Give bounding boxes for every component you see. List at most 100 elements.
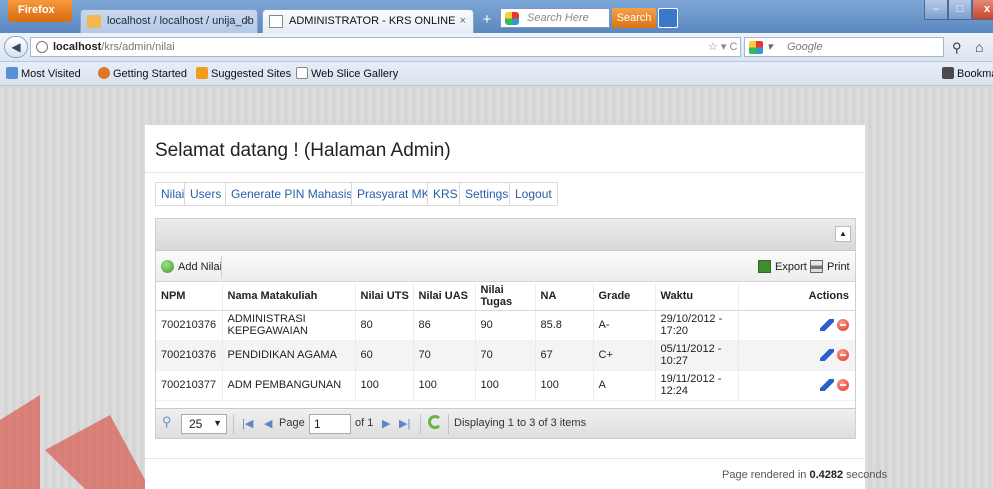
search-placeholder: Search Here bbox=[527, 12, 589, 24]
url-host: localhost bbox=[53, 41, 102, 53]
cell-grade: C+ bbox=[593, 340, 656, 371]
delete-icon[interactable] bbox=[837, 378, 849, 391]
bookmark-getting-started[interactable]: Getting Started bbox=[98, 67, 187, 80]
add-nilai-button[interactable]: Add Nilai bbox=[161, 260, 222, 273]
home-icon[interactable]: ⌂ bbox=[975, 39, 983, 55]
column-header-uas[interactable]: Nilai UAS bbox=[413, 283, 476, 311]
cell-npm: 700210377 bbox=[156, 370, 223, 401]
page-total-label: of 1 bbox=[355, 417, 374, 429]
bookmark-label: Most Visited bbox=[21, 68, 81, 80]
toolbar-gadget-icon[interactable] bbox=[658, 8, 678, 28]
browser-titlebar: Firefox localhost / localhost / unija_db… bbox=[0, 0, 993, 33]
new-tab-button[interactable]: + bbox=[477, 9, 497, 33]
window-close-button[interactable]: x bbox=[972, 0, 993, 20]
print-button[interactable]: Print bbox=[810, 260, 850, 273]
column-header-waktu[interactable]: Waktu bbox=[655, 283, 739, 311]
address-bar[interactable]: localhost/krs/admin/nilai bbox=[30, 37, 741, 57]
delete-icon[interactable] bbox=[837, 318, 849, 331]
cell-tugas: 100 bbox=[475, 370, 536, 401]
toolbar-separator bbox=[221, 256, 222, 278]
table-row[interactable]: 700210377 ADM PEMBANGUNAN 100 100 100 10… bbox=[156, 370, 855, 401]
firefox-menu-button[interactable]: Firefox bbox=[8, 0, 72, 22]
table-row[interactable]: 700210376 PENDIDIKAN AGAMA 60 70 70 67 C… bbox=[156, 340, 855, 371]
table-row[interactable]: 700210376 ADMINISTRASI KEPEGAWAIAN 80 86… bbox=[156, 310, 855, 341]
menu-prasyarat-mk[interactable]: Prasyarat MK bbox=[351, 182, 436, 206]
suggested-sites-icon bbox=[196, 67, 208, 79]
cell-actions bbox=[738, 370, 855, 401]
edit-icon[interactable] bbox=[820, 318, 834, 331]
delete-icon[interactable] bbox=[837, 348, 849, 361]
nilai-grid: ▲ Add Nilai Export Print NPM Nama Mataku… bbox=[155, 218, 856, 439]
cell-waktu: 05/11/2012 - 10:27 bbox=[655, 340, 739, 371]
cell-grade: A bbox=[593, 370, 656, 401]
edit-icon[interactable] bbox=[820, 378, 834, 391]
search-button[interactable]: Search bbox=[612, 8, 656, 28]
bookmark-star-icon[interactable]: ☆ ▾ C bbox=[708, 40, 737, 53]
search-icon[interactable]: ⚲ bbox=[162, 414, 172, 430]
globe-icon bbox=[36, 41, 48, 53]
export-button[interactable]: Export bbox=[758, 260, 807, 273]
cell-npm: 700210376 bbox=[156, 340, 223, 371]
column-header-npm[interactable]: NPM bbox=[156, 283, 223, 311]
page-size-select[interactable]: 25 ▼ bbox=[181, 414, 227, 434]
tab-krs-online[interactable]: ADMINISTRATOR - KRS ONLINE × bbox=[262, 9, 474, 33]
collapse-toggle-icon[interactable]: ▲ bbox=[835, 226, 851, 242]
cell-tugas: 70 bbox=[475, 340, 536, 371]
edit-icon[interactable] bbox=[820, 348, 834, 361]
cell-uas: 100 bbox=[413, 370, 476, 401]
excel-icon bbox=[758, 260, 771, 273]
separator bbox=[448, 414, 449, 434]
first-page-icon[interactable]: |◀ bbox=[242, 417, 253, 430]
bookmark-most-visited[interactable]: Most Visited bbox=[6, 67, 81, 80]
cell-actions bbox=[738, 310, 855, 341]
cell-na: 67 bbox=[535, 340, 594, 371]
bookmark-label: Suggested Sites bbox=[211, 68, 292, 80]
page-title: Selamat datang ! (Halaman Admin) bbox=[155, 140, 451, 161]
phpmyadmin-icon bbox=[87, 15, 101, 28]
column-header-grade[interactable]: Grade bbox=[593, 283, 656, 311]
tab-label: localhost / localhost / unija_db | php..… bbox=[107, 15, 257, 27]
close-icon[interactable]: × bbox=[244, 15, 250, 27]
cell-actions bbox=[738, 340, 855, 371]
cell-uts: 60 bbox=[355, 340, 414, 371]
web-slice-icon bbox=[296, 67, 308, 79]
minimize-button[interactable]: – bbox=[924, 0, 948, 20]
next-page-icon[interactable]: ▶ bbox=[382, 417, 390, 430]
bookmarks-toolbar: Most Visited Getting Started Suggested S… bbox=[0, 62, 993, 86]
search-engine-icon bbox=[505, 12, 519, 25]
menu-settings[interactable]: Settings bbox=[459, 182, 515, 206]
toolbar-search-input[interactable]: Search Here bbox=[500, 8, 610, 28]
close-icon[interactable]: × bbox=[460, 15, 466, 27]
printer-icon bbox=[810, 260, 823, 273]
google-search-input[interactable]: ▾ Google bbox=[744, 37, 944, 57]
menu-users[interactable]: Users bbox=[184, 182, 228, 206]
column-header-actions: Actions bbox=[738, 283, 855, 311]
cell-matakuliah: PENDIDIKAN AGAMA bbox=[222, 340, 356, 371]
bookmarks-menu[interactable]: Bookmar bbox=[942, 67, 993, 80]
column-header-matakuliah[interactable]: Nama Matakuliah bbox=[222, 283, 356, 311]
bookmark-suggested-sites[interactable]: Suggested Sites bbox=[196, 67, 291, 80]
divider bbox=[145, 458, 865, 459]
column-header-tugas[interactable]: Nilai Tugas bbox=[475, 283, 536, 311]
table-header-row: NPM Nama Matakuliah Nilai UTS Nilai UAS … bbox=[156, 283, 855, 311]
maximize-button[interactable]: □ bbox=[948, 0, 972, 20]
last-page-icon[interactable]: ▶| bbox=[399, 417, 410, 430]
render-time-footer: Page rendered in 0.4282 seconds bbox=[722, 469, 887, 481]
previous-page-icon[interactable]: ◀ bbox=[264, 417, 272, 430]
bookmarks-icon bbox=[942, 67, 954, 79]
search-icon[interactable]: ⚲ bbox=[952, 40, 962, 56]
tab-phpmyadmin[interactable]: localhost / localhost / unija_db | php..… bbox=[80, 9, 258, 33]
column-header-na[interactable]: NA bbox=[535, 283, 594, 311]
divider bbox=[145, 172, 865, 173]
menu-logout[interactable]: Logout bbox=[509, 182, 558, 206]
cell-na: 85.8 bbox=[535, 310, 594, 341]
bookmark-label: Bookmar bbox=[957, 68, 993, 80]
bookmark-web-slice-gallery[interactable]: Web Slice Gallery bbox=[296, 67, 398, 80]
cell-uas: 70 bbox=[413, 340, 476, 371]
column-header-uts[interactable]: Nilai UTS bbox=[355, 283, 414, 311]
page-icon bbox=[269, 15, 283, 28]
refresh-icon[interactable] bbox=[428, 415, 442, 429]
page-number-input[interactable]: 1 bbox=[309, 414, 351, 434]
nilai-table: NPM Nama Matakuliah Nilai UTS Nilai UAS … bbox=[156, 283, 855, 401]
back-button[interactable]: ◀ bbox=[4, 36, 28, 58]
